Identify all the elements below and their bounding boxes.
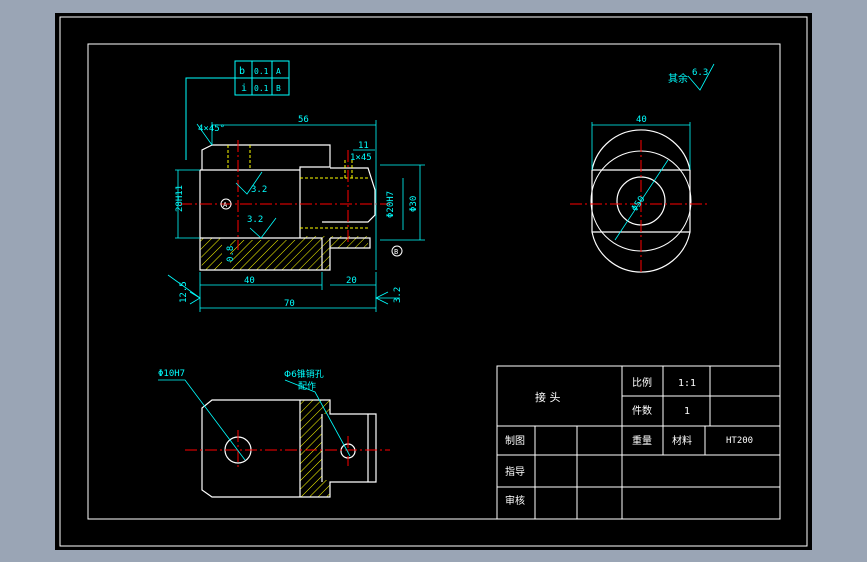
quantity-value: 1 <box>684 406 690 417</box>
remaining-roughness-label: 其余 <box>668 72 688 85</box>
scale-label: 比例 <box>632 376 652 389</box>
side-dim-40: 40 <box>636 115 647 125</box>
weight-label: 重量 <box>632 434 652 447</box>
roughness-3-2-a: 3.2 <box>251 185 267 195</box>
tolerance-value-2: 0.1 <box>254 84 269 93</box>
dim-56: 56 <box>298 115 309 125</box>
review-label: 审核 <box>505 494 525 507</box>
datum-b-label: B <box>394 248 398 256</box>
tolerance-symbol-2: i <box>241 83 247 94</box>
roughness-0-8: 0.8 <box>226 246 236 262</box>
scale-value: 1:1 <box>678 378 696 389</box>
roughness-3-2-b: 3.2 <box>247 215 263 225</box>
roughness-3-2-right: 3.2 <box>393 287 403 303</box>
tolerance-datum-2: B <box>276 84 281 93</box>
chamfer-label: 4×45° <box>198 124 225 134</box>
pin-hole-note: 配作 <box>298 380 316 392</box>
tolerance-symbol-1: b <box>239 66 245 77</box>
dim-outer: Φ30 <box>409 196 419 212</box>
pin-hole-label: Φ6锥销孔 <box>284 368 324 380</box>
hole-diameter-label: Φ10H7 <box>158 369 185 379</box>
quantity-label: 件数 <box>632 404 652 417</box>
tolerance-datum-1: A <box>276 67 281 76</box>
material-value: HT200 <box>726 436 753 446</box>
dim-20: 20 <box>346 276 357 286</box>
tolerance-value-1: 0.1 <box>254 67 269 76</box>
dim-40: 40 <box>244 276 255 286</box>
dim-28h11: 28H11 <box>175 185 185 212</box>
part-name: 接 头 <box>535 391 561 404</box>
material-label: 材料 <box>672 434 692 447</box>
guidance-label: 指导 <box>505 465 525 478</box>
roughness-12-5: 12.5 <box>179 281 189 303</box>
drawn-by-label: 制图 <box>505 434 525 447</box>
remaining-roughness-value: 6.3 <box>692 68 708 78</box>
dim-bore: Φ20H7 <box>386 191 396 218</box>
dim-70: 70 <box>284 299 295 309</box>
drawing-sheet <box>55 13 812 550</box>
dim-11: 11 <box>358 141 369 151</box>
cad-drawing: b 0.1 A i 0.1 B 4×45° 56 11 1×45 28H11 3… <box>55 13 812 550</box>
chamfer-1x45: 1×45 <box>350 153 372 163</box>
